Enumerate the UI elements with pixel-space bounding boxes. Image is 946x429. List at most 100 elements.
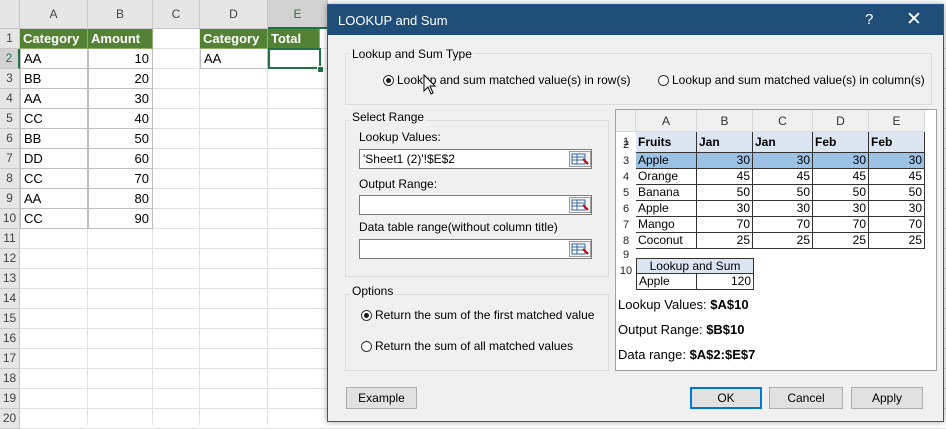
amount-cell[interactable]: 90 [88,209,153,229]
radio-all-matched[interactable]: Return the sum of all matched values [361,339,573,353]
close-icon[interactable]: ✕ [906,8,922,31]
amount-cell[interactable]: 20 [88,69,153,89]
preview-note-label: Lookup Values: [618,297,707,312]
preview-data-cell: Banana [636,185,697,201]
amount-cell[interactable]: 10 [88,49,153,69]
category-cell[interactable]: BB [20,69,88,89]
category-cell[interactable]: AA [20,49,88,69]
amount-cell[interactable]: 30 [88,89,153,109]
row-header[interactable]: 13 [0,269,20,289]
column-header-b[interactable]: B [88,0,153,29]
active-cell-e2[interactable] [268,48,321,69]
column-header-c[interactable]: C [153,0,200,29]
row-header[interactable]: 14 [0,289,20,309]
example-button[interactable]: Example [346,387,417,409]
column-header-e[interactable]: E [268,0,328,29]
category-cell[interactable]: AA [20,89,88,109]
range-picker-icon[interactable] [569,197,591,213]
radio-all-label[interactable]: Return the sum of all matched values [375,339,573,353]
lookup-values-field[interactable]: 'Sheet1 (2)'!$E$2 [359,149,592,169]
row-header[interactable]: 17 [0,349,20,369]
amount-cell[interactable]: 80 [88,189,153,209]
help-icon[interactable]: ? [865,11,873,28]
amount-cell[interactable]: 40 [88,109,153,129]
row-header[interactable]: 8 [0,169,20,189]
select-all-corner[interactable] [0,0,20,29]
preview-data-cell: 45 [697,169,753,185]
row-header[interactable]: 20 [0,409,20,429]
dialog-titlebar[interactable]: LOOKUP and Sum ? ✕ [328,5,943,35]
lookup-cell-d2[interactable]: AA [200,49,268,69]
column-header-a[interactable]: A [20,0,88,29]
radio-first-matched[interactable]: Return the sum of the first matched valu… [361,308,594,322]
category-cell[interactable]: CC [20,169,88,189]
row-header[interactable]: 4 [0,89,20,109]
preview-data-cell: 30 [813,201,869,217]
preview-data-cell: 30 [697,201,753,217]
preview-data-cell: 50 [869,185,925,201]
column-header-d[interactable]: D [200,0,268,29]
preview-data-cell: 70 [753,217,813,233]
row-header[interactable]: 2 [0,49,20,69]
preview-data-cell: 30 [869,201,925,217]
preview-row-number: 2 [622,139,630,151]
radio-sum-in-columns[interactable]: Lookup and sum matched value(s) in colum… [658,73,925,87]
preview-row-number: 7 [622,219,630,231]
range-picker-icon[interactable] [569,241,591,257]
preview-data-cell: 50 [753,185,813,201]
amount-cell[interactable]: 50 [88,129,153,149]
preview-note-label: Data range: [618,347,686,362]
header-total[interactable]: Total [268,29,320,49]
row-header[interactable]: 7 [0,149,20,169]
radio-first-label[interactable]: Return the sum of the first matched valu… [375,308,594,322]
radio-columns-label[interactable]: Lookup and sum matched value(s) in colum… [672,73,925,87]
cancel-button[interactable]: Cancel [769,387,843,409]
row-header[interactable]: 1 [0,29,20,49]
preview-column-header: E [869,110,925,132]
header-category-2[interactable]: Category [200,29,268,49]
amount-cell[interactable]: 60 [88,149,153,169]
radio-all-indicator[interactable] [361,340,372,352]
row-header[interactable]: 19 [0,389,20,409]
category-cell[interactable]: BB [20,129,88,149]
preview-header-cell: Fruits [636,132,697,153]
preview-header-cell: Feb [813,132,869,153]
options-legend: Options [350,284,396,298]
radio-first-indicator[interactable] [361,309,372,321]
amount-cell[interactable]: 70 [88,169,153,189]
row-header[interactable]: 3 [0,69,20,89]
row-header[interactable]: 15 [0,309,20,329]
gridline [267,29,268,425]
category-cell[interactable]: CC [20,109,88,129]
row-header[interactable]: 12 [0,249,20,269]
preview-result-title: Lookup and Sum [636,258,754,274]
preview-note: Output Range: $B$10 [618,322,745,337]
preview-data-cell: 45 [813,169,869,185]
data-table-range-field[interactable] [359,239,592,259]
radio-rows-indicator[interactable] [383,74,394,86]
preview-data-cell: 30 [753,153,813,169]
category-cell[interactable]: AA [20,189,88,209]
header-amount[interactable]: Amount [88,29,153,49]
preview-data-cell: 30 [869,153,925,169]
row-header[interactable]: 18 [0,369,20,389]
gridline [199,29,200,425]
row-header[interactable]: 9 [0,189,20,209]
category-cell[interactable]: DD [20,149,88,169]
row-header[interactable]: 16 [0,329,20,349]
output-range-field[interactable] [359,195,592,215]
radio-columns-indicator[interactable] [658,74,669,86]
row-header[interactable]: 5 [0,109,20,129]
ok-button[interactable]: OK [690,387,762,409]
radio-sum-in-rows[interactable]: Lookup and sum matched value(s) in row(s… [383,73,630,87]
row-header[interactable]: 11 [0,229,20,249]
fill-handle[interactable] [317,66,324,73]
output-range-label: Output Range: [359,177,438,191]
preview-data-cell: 45 [869,169,925,185]
header-category[interactable]: Category [20,29,88,49]
range-picker-icon[interactable] [569,151,591,167]
category-cell[interactable]: CC [20,209,88,229]
row-header[interactable]: 6 [0,129,20,149]
apply-button[interactable]: Apply [851,387,923,409]
row-header[interactable]: 10 [0,209,20,229]
